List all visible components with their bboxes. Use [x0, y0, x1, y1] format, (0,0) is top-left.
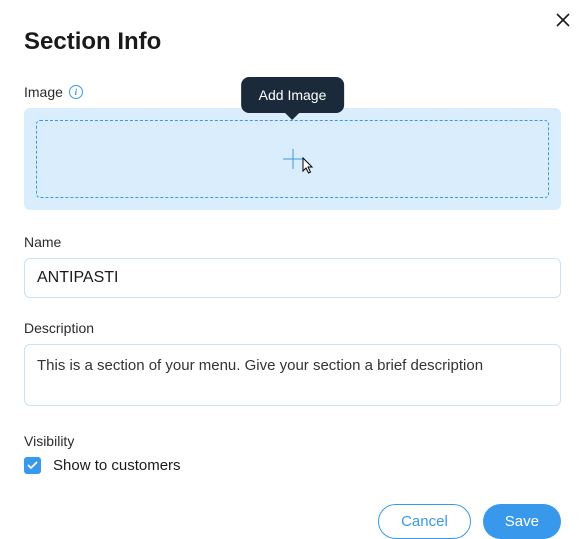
add-image-tooltip: Add Image	[241, 77, 345, 113]
image-dropzone-container: Add Image	[24, 108, 561, 210]
show-to-customers-checkbox[interactable]	[24, 457, 41, 474]
info-icon[interactable]: i	[69, 85, 83, 99]
plus-icon	[282, 148, 304, 170]
name-label: Name	[24, 234, 561, 250]
visibility-label: Visibility	[24, 433, 561, 449]
checkmark-icon	[27, 460, 38, 471]
button-row: Cancel Save	[24, 504, 561, 539]
close-icon	[556, 13, 570, 27]
dialog-title: Section Info	[24, 28, 561, 56]
save-button[interactable]: Save	[483, 504, 561, 539]
image-label: Image	[24, 84, 63, 100]
visibility-row: Show to customers	[24, 457, 561, 474]
name-input[interactable]	[24, 258, 561, 298]
description-input[interactable]	[24, 344, 561, 406]
close-button[interactable]	[553, 10, 573, 30]
show-to-customers-label: Show to customers	[53, 457, 181, 474]
image-dropzone[interactable]: Add Image	[36, 120, 549, 198]
description-label: Description	[24, 320, 561, 336]
cancel-button[interactable]: Cancel	[378, 504, 471, 539]
